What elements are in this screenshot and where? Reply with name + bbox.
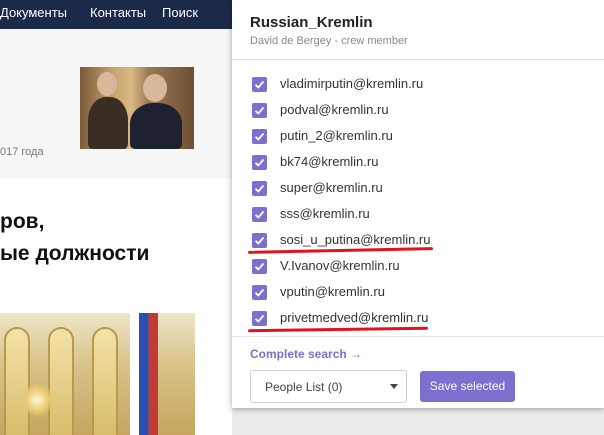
email-address: vputin@kremlin.ru bbox=[280, 284, 385, 299]
extension-popup: Russian_Kremlin David de Bergey - crew m… bbox=[232, 0, 604, 408]
email-row[interactable]: bk74@kremlin.ru bbox=[232, 149, 604, 175]
email-address: sss@kremlin.ru bbox=[280, 206, 370, 221]
email-row[interactable]: sosi_u_putina@kremlin.ru bbox=[232, 227, 604, 254]
email-address: V.Ivanov@kremlin.ru bbox=[280, 258, 400, 273]
email-checkbox[interactable] bbox=[252, 77, 267, 92]
email-row[interactable]: vputin@kremlin.ru bbox=[232, 279, 604, 305]
nav-link-documents[interactable]: Документы bbox=[0, 5, 67, 20]
email-address: sosi_u_putina@kremlin.ru bbox=[280, 232, 431, 247]
email-list: vladimirputin@kremlin.ru podval@kremlin.… bbox=[232, 71, 604, 333]
email-row[interactable]: sss@kremlin.ru bbox=[232, 201, 604, 227]
photo-person-center bbox=[130, 103, 182, 149]
check-icon bbox=[254, 236, 265, 245]
check-icon bbox=[254, 184, 265, 193]
email-address: putin_2@kremlin.ru bbox=[280, 128, 393, 143]
email-checkbox[interactable] bbox=[252, 207, 267, 222]
email-row[interactable]: V.Ivanov@kremlin.ru bbox=[232, 253, 604, 279]
check-icon bbox=[254, 106, 265, 115]
email-row[interactable]: putin_2@kremlin.ru bbox=[232, 123, 604, 149]
article-photo[interactable] bbox=[80, 67, 194, 149]
people-list-select-value: People List (0) bbox=[265, 380, 343, 394]
hall-arch bbox=[4, 327, 30, 435]
popup-title: Russian_Kremlin bbox=[250, 14, 373, 31]
email-row[interactable]: super@kremlin.ru bbox=[232, 175, 604, 201]
popup-subtitle: David de Bergey - crew member bbox=[250, 35, 408, 47]
email-checkbox[interactable] bbox=[252, 233, 267, 248]
check-icon bbox=[254, 314, 265, 323]
email-checkbox[interactable] bbox=[252, 181, 267, 196]
email-checkbox[interactable] bbox=[252, 311, 267, 326]
article-hall-photo[interactable] bbox=[0, 313, 195, 435]
check-icon bbox=[254, 288, 265, 297]
article-headline-line1[interactable]: ров, bbox=[0, 210, 44, 234]
email-checkbox[interactable] bbox=[252, 155, 267, 170]
footer-divider bbox=[232, 336, 604, 337]
article-date: 017 года bbox=[0, 146, 44, 158]
check-icon bbox=[254, 210, 265, 219]
nav-link-search[interactable]: Поиск bbox=[162, 5, 198, 20]
email-address: bk74@kremlin.ru bbox=[280, 154, 379, 169]
photo-face-left bbox=[97, 72, 117, 96]
email-checkbox[interactable] bbox=[252, 285, 267, 300]
email-checkbox[interactable] bbox=[252, 259, 267, 274]
email-row[interactable]: podval@kremlin.ru bbox=[232, 97, 604, 123]
email-row[interactable]: privetmedved@kremlin.ru bbox=[232, 305, 604, 333]
check-icon bbox=[254, 132, 265, 141]
complete-search-link[interactable]: Complete search → bbox=[250, 347, 362, 361]
popup-header: Russian_Kremlin David de Bergey - crew m… bbox=[232, 0, 604, 60]
email-address: super@kremlin.ru bbox=[280, 180, 383, 195]
photo-person-left bbox=[88, 97, 128, 149]
check-icon bbox=[254, 262, 265, 271]
email-row[interactable]: vladimirputin@kremlin.ru bbox=[232, 71, 604, 97]
email-address: privetmedved@kremlin.ru bbox=[280, 310, 429, 325]
hall-arch bbox=[92, 327, 118, 435]
save-selected-button[interactable]: Save selected bbox=[420, 371, 515, 402]
hall-chandelier bbox=[20, 383, 54, 417]
nav-link-contacts[interactable]: Контакты bbox=[90, 5, 146, 20]
hall-arch bbox=[48, 327, 74, 435]
photo-face-center bbox=[143, 74, 167, 102]
email-checkbox[interactable] bbox=[252, 129, 267, 144]
red-underline-annotation bbox=[247, 326, 429, 333]
email-address: podval@kremlin.ru bbox=[280, 102, 389, 117]
check-icon bbox=[254, 158, 265, 167]
email-checkbox[interactable] bbox=[252, 103, 267, 118]
hall-flag bbox=[130, 313, 158, 435]
people-list-select[interactable]: People List (0) bbox=[250, 370, 407, 403]
check-icon bbox=[254, 80, 265, 89]
email-address: vladimirputin@kremlin.ru bbox=[280, 76, 424, 91]
article-headline-line2[interactable]: ые должности bbox=[0, 242, 149, 266]
chevron-down-icon bbox=[390, 384, 398, 389]
